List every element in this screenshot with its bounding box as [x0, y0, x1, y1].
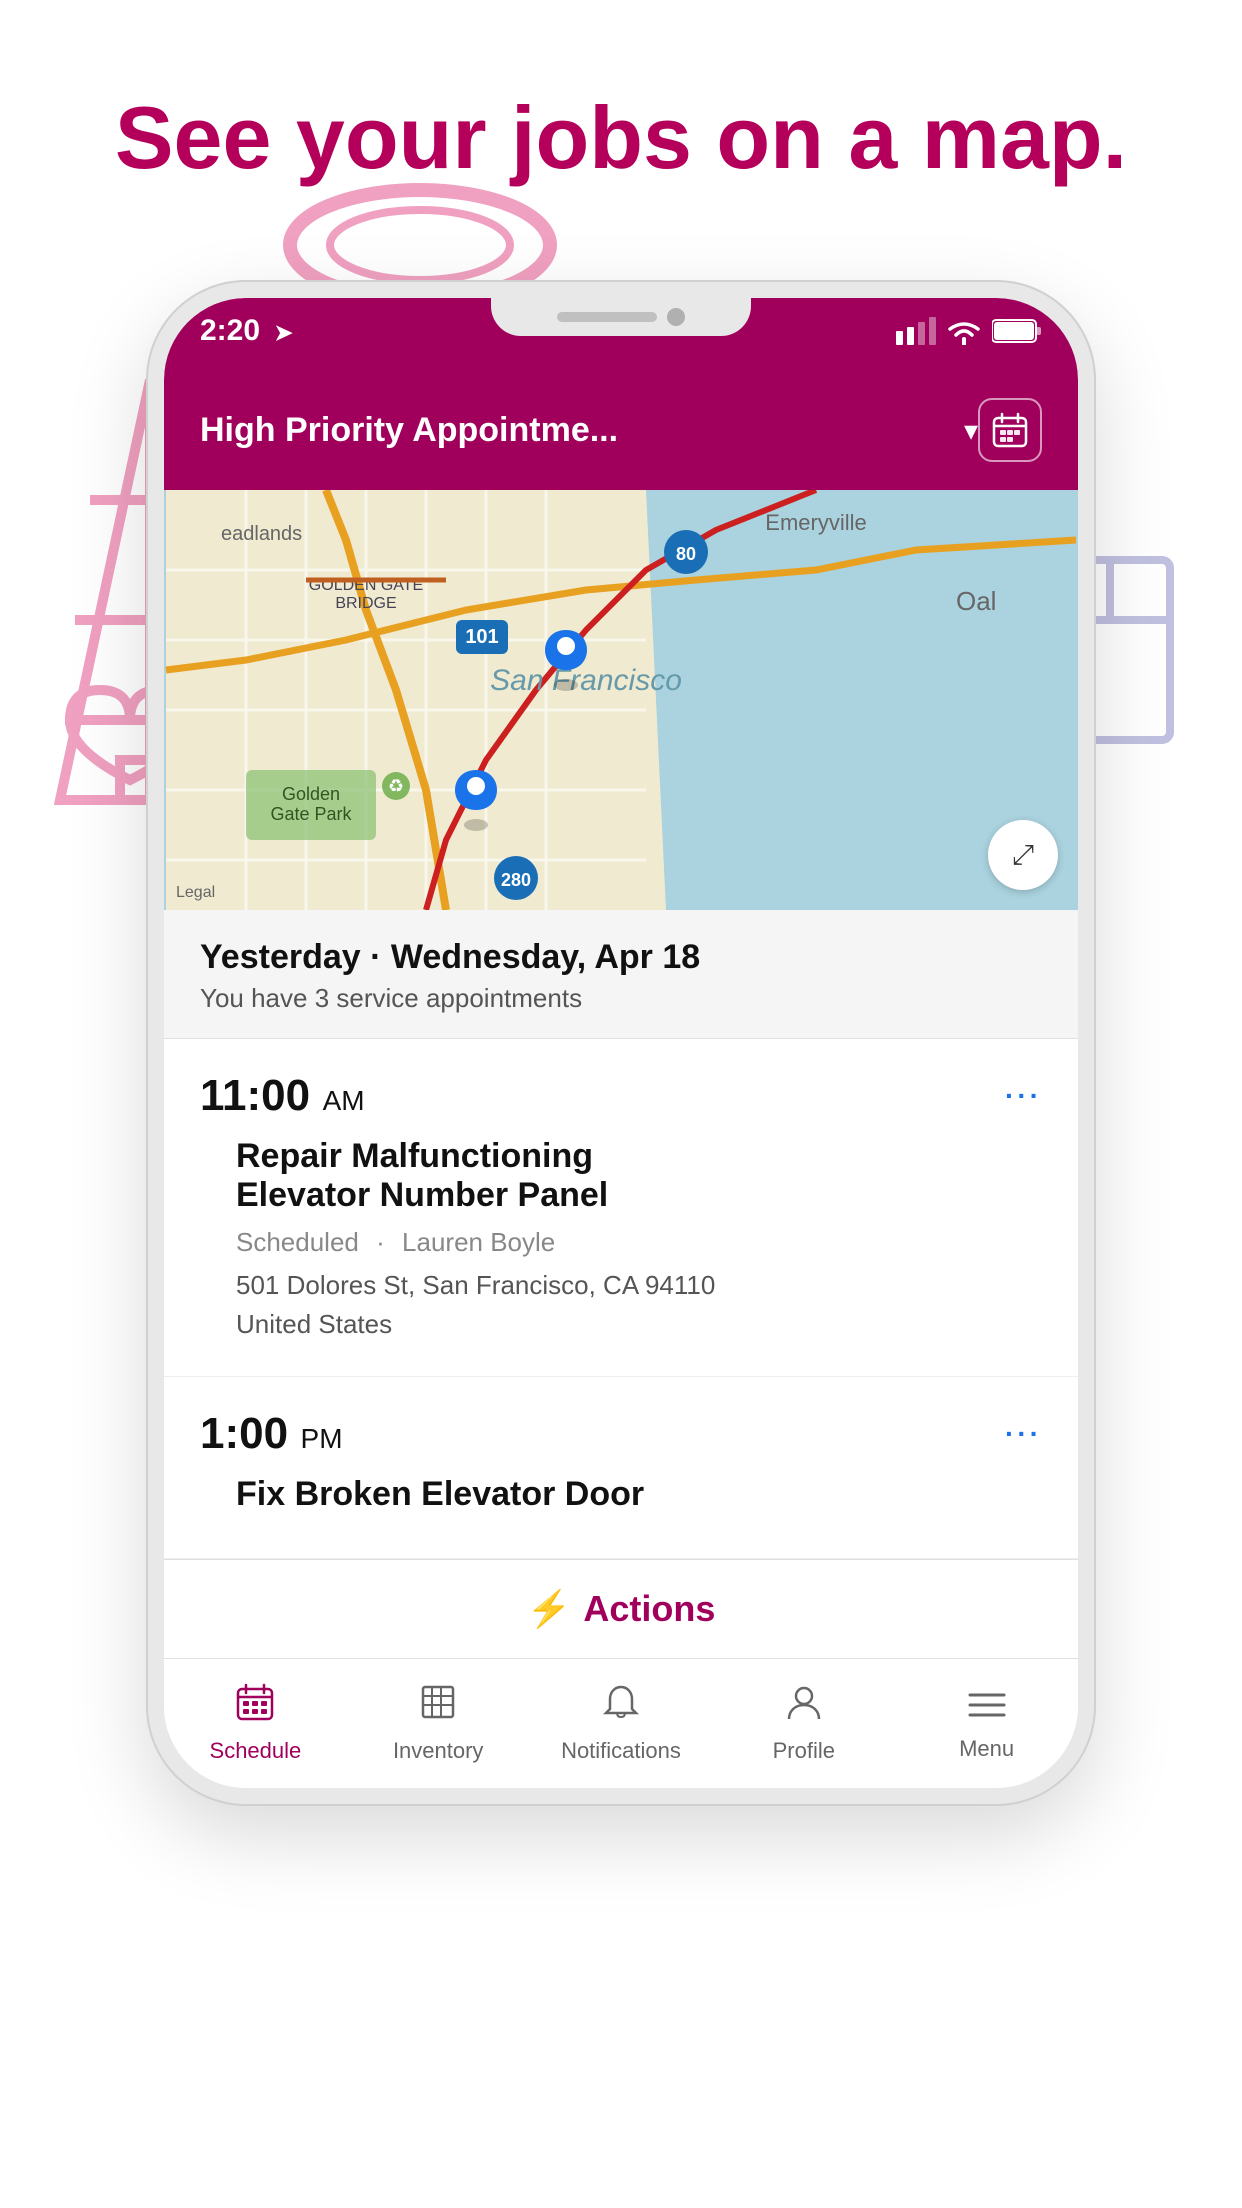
appointment-count: You have 3 service appointments	[200, 983, 1042, 1014]
appointments-list: 11:00 AM ··· Repair MalfunctioningElevat…	[164, 1039, 1078, 1788]
status-bar-area: 2:20 ➤	[164, 298, 1078, 378]
svg-text:Gate Park: Gate Park	[270, 804, 352, 824]
appointment-time: 11:00 AM	[200, 1071, 365, 1121]
nav-notifications[interactable]: Notifications	[530, 1659, 713, 1788]
map-legal-text: Legal	[176, 884, 215, 902]
status-time: 2:20 ➤	[200, 314, 293, 348]
appointment-item[interactable]: 1:00 PM ··· Fix Broken Elevator Door	[164, 1377, 1078, 1559]
nav-menu-label: Menu	[959, 1736, 1014, 1762]
svg-text:BRIDGE: BRIDGE	[335, 595, 396, 612]
more-options-button[interactable]: ···	[1005, 1418, 1042, 1450]
phone-frame: 2:20 ➤	[146, 280, 1096, 1806]
actions-button[interactable]: ⚡ Actions	[527, 1588, 716, 1630]
svg-text:eadlands: eadlands	[221, 523, 302, 545]
app-header: High Priority Appointme... ▾	[164, 378, 1078, 490]
status-icons	[896, 317, 1042, 345]
notifications-icon	[602, 1683, 640, 1730]
map-view[interactable]: 101 80 280 Golden Gate Park San Francisc…	[164, 490, 1078, 910]
nav-profile[interactable]: Profile	[712, 1659, 895, 1788]
appointment-item[interactable]: 11:00 AM ··· Repair MalfunctioningElevat…	[164, 1039, 1078, 1377]
schedule-icon	[236, 1683, 274, 1730]
map-expand-button[interactable]: ⤢	[988, 820, 1058, 890]
nav-inventory[interactable]: Inventory	[347, 1659, 530, 1788]
inventory-icon	[419, 1683, 457, 1730]
bottom-navigation: Schedule Inventory	[164, 1658, 1078, 1788]
svg-text:Emeryville: Emeryville	[765, 510, 866, 535]
dropdown-icon[interactable]: ▾	[964, 414, 978, 447]
camera	[667, 308, 685, 326]
nav-schedule[interactable]: Schedule	[164, 1659, 347, 1788]
nav-inventory-label: Inventory	[393, 1738, 484, 1764]
appointment-title: Repair MalfunctioningElevator Number Pan…	[200, 1137, 1042, 1215]
svg-text:280: 280	[501, 870, 531, 890]
page-bg-title: See your jobs on a map.	[0, 90, 1242, 187]
menu-icon	[968, 1686, 1006, 1728]
appointment-address: 501 Dolores St, San Francisco, CA 94110 …	[200, 1266, 1042, 1344]
nav-notifications-label: Notifications	[561, 1738, 681, 1764]
appointment-title: Fix Broken Elevator Door	[200, 1475, 1042, 1514]
date-section: Yesterday · Wednesday, Apr 18 You have 3…	[164, 910, 1078, 1039]
date-label: Yesterday · Wednesday, Apr 18	[200, 938, 1042, 977]
profile-icon	[785, 1683, 823, 1730]
more-options-button[interactable]: ···	[1005, 1080, 1042, 1112]
svg-text:101: 101	[465, 626, 498, 648]
nav-profile-label: Profile	[773, 1738, 835, 1764]
calendar-button[interactable]	[978, 398, 1042, 462]
nav-schedule-label: Schedule	[210, 1738, 302, 1764]
actions-bar[interactable]: ⚡ Actions	[164, 1559, 1078, 1658]
speaker	[557, 312, 657, 322]
nav-menu[interactable]: Menu	[895, 1659, 1078, 1788]
lightning-icon: ⚡	[527, 1588, 572, 1630]
header-title: High Priority Appointme...	[200, 411, 952, 450]
svg-text:San Francisco: San Francisco	[490, 664, 682, 697]
svg-text:♻: ♻	[388, 776, 404, 796]
appointment-time: 1:00 PM	[200, 1409, 343, 1459]
phone-notch	[491, 298, 751, 336]
svg-text:Golden: Golden	[282, 784, 340, 804]
appointment-meta: Scheduled · Lauren Boyle	[200, 1227, 1042, 1258]
svg-text:Oal: Oal	[956, 586, 996, 616]
svg-text:80: 80	[676, 544, 696, 564]
